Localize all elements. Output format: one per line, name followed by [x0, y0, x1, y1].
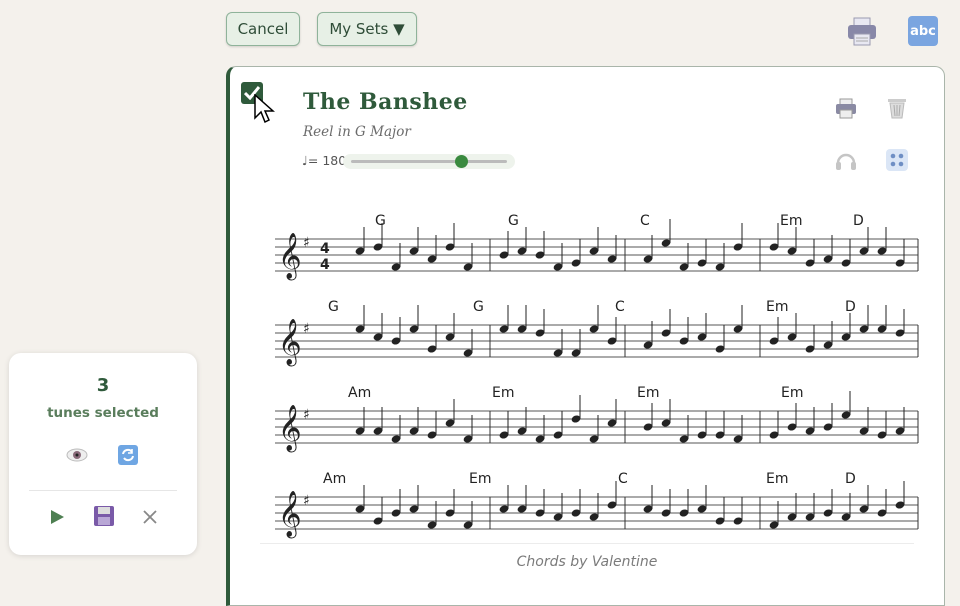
chord-symbol: C [618, 471, 628, 487]
abc-icon[interactable]: abc [908, 16, 938, 46]
tempo-slider-thumb[interactable] [455, 155, 468, 168]
chord-symbol: C [615, 299, 625, 315]
headphones-icon[interactable] [833, 147, 859, 173]
chord-symbol: Em [492, 385, 514, 401]
svg-text:4: 4 [320, 241, 330, 257]
selected-label: tunes selected [47, 405, 159, 421]
chord-symbol: Em [781, 385, 803, 401]
close-icon[interactable] [138, 505, 162, 529]
my-sets-dropdown[interactable]: My Sets ▼ [317, 12, 417, 46]
tune-card: The Banshee Reel in G Major ♩= 180 𝄞 ♯ 4… [226, 66, 945, 606]
chord-symbol: Em [780, 213, 802, 229]
svg-text:♯: ♯ [303, 407, 310, 423]
panel-divider [29, 490, 177, 491]
tempo-label: ♩= 180 [302, 153, 347, 168]
svg-text:𝄞: 𝄞 [278, 491, 302, 539]
chord-symbol: G [328, 299, 339, 315]
chord-symbol: Em [637, 385, 659, 401]
chord-symbol: D [845, 299, 856, 315]
chord-symbol: G [375, 213, 386, 229]
svg-text:♯: ♯ [303, 235, 310, 251]
chord-symbol: D [845, 471, 856, 487]
save-icon[interactable] [92, 504, 116, 528]
eye-icon[interactable] [65, 443, 89, 467]
selected-count: 3 [96, 375, 110, 396]
chord-symbol: D [853, 213, 864, 229]
svg-text:𝄞: 𝄞 [278, 233, 302, 281]
chord-symbol: Am [348, 385, 371, 401]
chord-symbol: G [473, 299, 484, 315]
trash-icon[interactable] [884, 95, 910, 121]
refresh-icon[interactable] [116, 443, 140, 467]
chord-symbol: Am [323, 471, 346, 487]
svg-text:♯: ♯ [303, 493, 310, 509]
tune-subtitle: Reel in G Major [303, 124, 411, 140]
sheet-music: 𝄞 ♯ 44G G C Em D𝄞 ♯G G C Em D𝄞 ♯Am Em Em Em𝄞 ♯Am Em C Em D [275, 213, 919, 539]
chord-symbol: Em [766, 299, 788, 315]
chord-symbol: C [640, 213, 650, 229]
svg-text:𝄞: 𝄞 [278, 319, 302, 367]
print-icon[interactable] [833, 95, 859, 121]
svg-text:4: 4 [320, 257, 330, 273]
tune-title: The Banshee [303, 89, 468, 115]
chord-symbol: Em [766, 471, 788, 487]
cursor-icon [254, 94, 275, 124]
attribution: Chords by Valentine [516, 554, 658, 570]
svg-text:♯: ♯ [303, 321, 310, 337]
svg-text:𝄞: 𝄞 [278, 405, 302, 453]
play-icon[interactable] [45, 505, 69, 529]
grid-icon[interactable] [884, 147, 910, 173]
selection-panel: 3 tunes selected [9, 353, 197, 555]
print-icon[interactable] [845, 14, 879, 48]
divider [260, 543, 914, 544]
chord-symbol: Em [469, 471, 491, 487]
cancel-button[interactable]: Cancel [226, 12, 300, 46]
chord-symbol: G [508, 213, 519, 229]
tempo-slider[interactable] [343, 154, 515, 169]
